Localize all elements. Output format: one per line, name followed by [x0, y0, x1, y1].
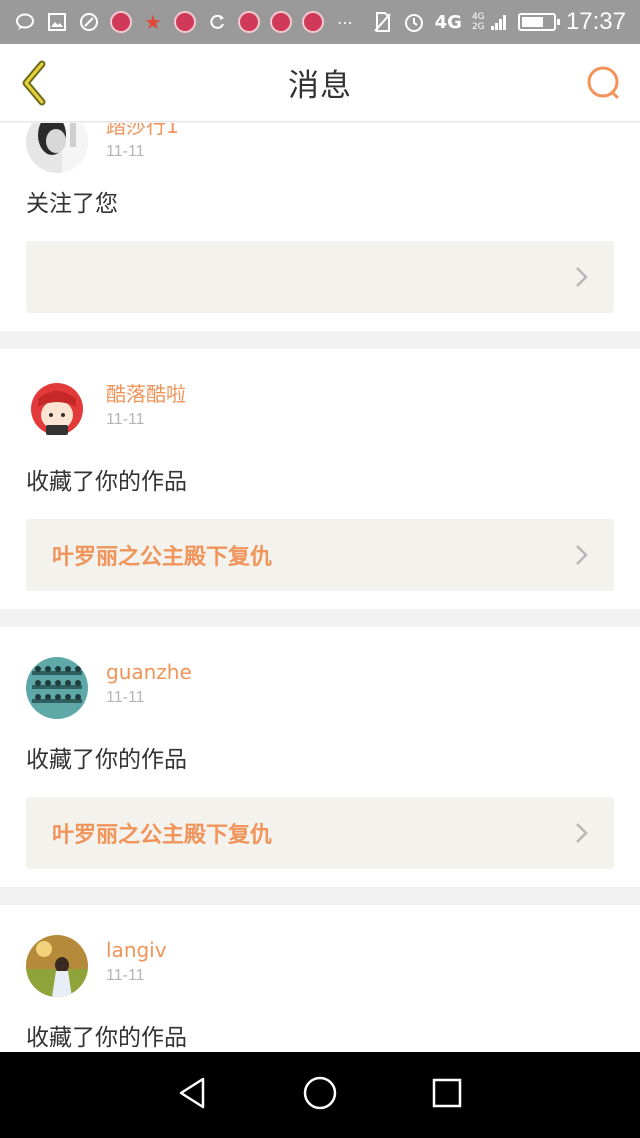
- battery-level: [521, 17, 543, 27]
- battery-icon: [517, 13, 560, 31]
- chevron-right-icon: [576, 545, 588, 565]
- work-title: 叶罗丽之公主殿下复仇: [52, 545, 273, 570]
- app-icon: [110, 11, 132, 33]
- chat-icon: [14, 11, 36, 33]
- clock: 17:37: [565, 8, 626, 35]
- message-date: 11-11: [106, 143, 145, 160]
- work-link[interactable]: [26, 241, 614, 313]
- app-icon: [270, 11, 292, 33]
- message-meta: guanzhe 11-11: [106, 657, 192, 707]
- username[interactable]: 酷落酷啦: [106, 381, 186, 407]
- star-icon: ★: [144, 10, 162, 34]
- username[interactable]: 踏莎行1: [106, 123, 179, 139]
- system-status: 4G 4G 2G 17:37: [371, 8, 626, 36]
- compass-icon: [78, 11, 100, 33]
- more-icon: ⋯: [337, 12, 353, 32]
- search-icon: [587, 66, 619, 99]
- message-action: 收藏了你的作品: [26, 1025, 187, 1051]
- app-icon: [238, 11, 260, 33]
- message-header: 酷落酷啦 11-11: [26, 349, 614, 441]
- message-date: 11-11: [106, 967, 145, 984]
- app-icon: [174, 11, 196, 33]
- back-button[interactable]: [14, 58, 54, 108]
- message-card: langiv 11-11 收藏了你的作品: [0, 905, 640, 1052]
- circle-home-icon: [303, 1076, 337, 1110]
- chevron-right-icon: [576, 823, 588, 843]
- message-action: 关注了您: [26, 191, 118, 217]
- message-date: 11-11: [106, 689, 145, 706]
- notification-icons: ★ ⋯: [14, 10, 356, 34]
- work-link[interactable]: 叶罗丽之公主殿下复仇: [26, 797, 614, 869]
- message-card: 酷落酷啦 11-11 收藏了你的作品 叶罗丽之公主殿下复仇: [0, 349, 640, 609]
- message-action: 收藏了你的作品: [26, 469, 187, 495]
- message-header: langiv 11-11: [26, 905, 614, 997]
- network-sub-label: 4G 2G: [471, 12, 485, 32]
- message-meta: 踏莎行1 11-11: [106, 123, 179, 161]
- message-meta: langiv 11-11: [106, 935, 167, 985]
- message-header: guanzhe 11-11: [26, 627, 614, 719]
- message-date: 11-11: [106, 411, 145, 428]
- username[interactable]: langiv: [106, 937, 167, 963]
- app-icon: [302, 11, 324, 33]
- chevron-left-icon: [22, 60, 46, 106]
- app-header: 消息: [0, 44, 640, 122]
- username[interactable]: guanzhe: [106, 659, 192, 685]
- avatar[interactable]: [26, 123, 88, 173]
- page-title: 消息: [288, 68, 352, 104]
- system-nav-bar: [0, 1052, 640, 1138]
- work-link[interactable]: 叶罗丽之公主殿下复仇: [26, 519, 614, 591]
- avatar[interactable]: [26, 379, 88, 441]
- message-header: 踏莎行1 11-11: [26, 123, 614, 175]
- nav-recents-button[interactable]: [427, 1073, 467, 1117]
- avatar[interactable]: [26, 657, 88, 719]
- search-button[interactable]: [584, 64, 624, 104]
- triangle-back-icon: [180, 1077, 205, 1109]
- work-title: 叶罗丽之公主殿下复仇: [52, 823, 273, 848]
- status-bar: ★ ⋯ 4G 4G 2G 17:37: [0, 0, 640, 44]
- image-icon: [46, 11, 68, 33]
- alarm-icon: [403, 11, 425, 33]
- message-card: guanzhe 11-11 收藏了你的作品 叶罗丽之公主殿下复仇: [0, 627, 640, 887]
- message-action: 收藏了你的作品: [26, 747, 187, 773]
- sync-icon: [206, 11, 228, 33]
- nav-home-button[interactable]: [300, 1073, 340, 1117]
- message-list[interactable]: 踏莎行1 11-11 关注了您 酷落酷啦 11-11 收藏了你的作品 叶罗丽之公…: [0, 123, 640, 1052]
- signal-icon: 4G 2G: [472, 12, 508, 32]
- network-label: 4G: [434, 11, 462, 33]
- message-meta: 酷落酷啦 11-11: [106, 379, 186, 429]
- no-sim-icon: [371, 11, 393, 33]
- chevron-right-icon: [576, 267, 588, 287]
- nav-back-button[interactable]: [173, 1073, 213, 1117]
- message-card: 踏莎行1 11-11 关注了您: [0, 123, 640, 331]
- avatar[interactable]: [26, 935, 88, 997]
- square-recents-icon: [432, 1078, 461, 1108]
